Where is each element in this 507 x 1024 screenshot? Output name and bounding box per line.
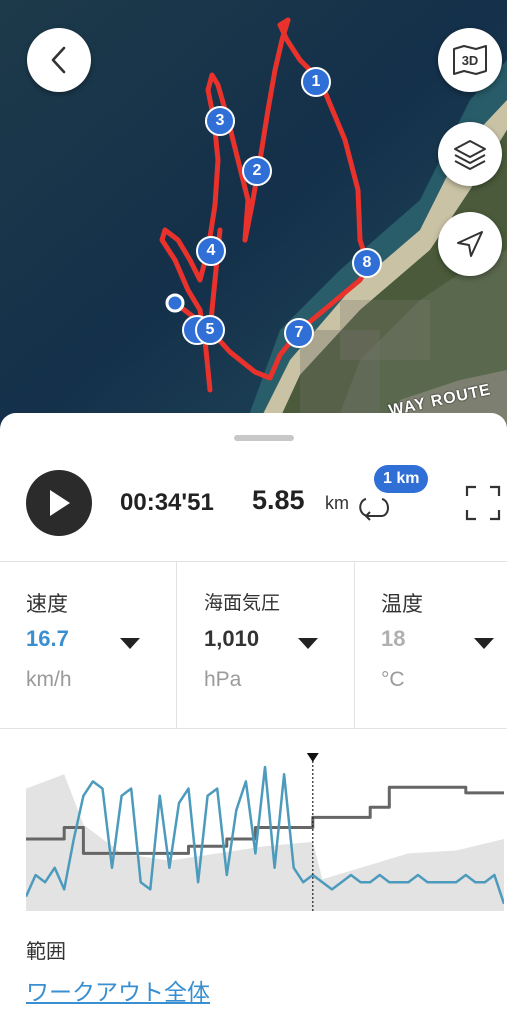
elapsed-time: 00:34'51 (120, 489, 214, 516)
chevron-left-icon (51, 46, 66, 74)
navigation-arrow-icon (457, 231, 483, 257)
workout-chart[interactable] (26, 753, 504, 913)
map-3d-icon: 3D (453, 45, 487, 75)
metric-speed[interactable]: 速度 16.7 km/h (0, 562, 176, 728)
caret-down-icon[interactable] (120, 638, 140, 649)
start-point (165, 293, 185, 313)
map-layers-button[interactable] (438, 122, 502, 186)
back-button[interactable] (27, 28, 91, 92)
metric-unit: km/h (26, 668, 72, 691)
metric-temperature[interactable]: 温度 18 °C (354, 562, 507, 728)
play-button[interactable] (26, 470, 92, 536)
lap-marker-8[interactable]: 8 (352, 248, 382, 278)
map-view[interactable]: 1 2 3 4 5 7 8 WAY ROUTE 3D (0, 0, 507, 440)
metric-value: 18 (381, 626, 406, 651)
caret-down-icon[interactable] (298, 638, 318, 649)
metric-label: 速度 (26, 593, 68, 616)
lap-marker-4[interactable]: 4 (196, 236, 226, 266)
metric-unit: hPa (204, 668, 242, 691)
workout-sheet: 00:34'51 5.85 km 1 km 速度 16.7 km/h 海面気圧 … (0, 413, 507, 1024)
lap-marker-1[interactable]: 1 (301, 67, 331, 97)
metric-pressure[interactable]: 海面気圧 1,010 hPa (176, 562, 354, 728)
metric-label: 海面気圧 (204, 593, 281, 614)
lap-marker-7[interactable]: 7 (284, 318, 314, 348)
lap-loop-icon[interactable] (356, 493, 392, 521)
range-label: 範囲 (26, 941, 66, 963)
sheet-drag-handle[interactable] (234, 435, 294, 441)
lap-distance-badge[interactable]: 1 km (374, 465, 429, 493)
chart-area-series (26, 774, 504, 911)
metric-selectors: 速度 16.7 km/h 海面気圧 1,010 hPa 温度 18 °C (0, 561, 507, 729)
distance-value: 5.85 (252, 485, 305, 515)
metric-value: 16.7 (26, 626, 69, 651)
distance-unit: km (325, 493, 349, 513)
locate-button[interactable] (438, 212, 502, 276)
fullscreen-icon[interactable] (465, 485, 501, 521)
lap-marker-5[interactable]: 5 (195, 315, 225, 345)
layers-icon (454, 140, 486, 170)
range-selector-link[interactable]: ワークアウト全体 (26, 973, 210, 1007)
caret-down-icon[interactable] (474, 638, 494, 649)
chart-cursor-handle-icon[interactable] (306, 753, 319, 762)
lap-marker-3[interactable]: 3 (205, 106, 235, 136)
metric-unit: °C (381, 668, 405, 691)
metric-label: 温度 (381, 593, 423, 616)
metric-value: 1,010 (204, 626, 260, 651)
lap-marker-2[interactable]: 2 (242, 156, 272, 186)
play-icon (50, 490, 70, 516)
svg-text:3D: 3D (462, 53, 479, 68)
3d-view-button[interactable]: 3D (438, 28, 502, 92)
